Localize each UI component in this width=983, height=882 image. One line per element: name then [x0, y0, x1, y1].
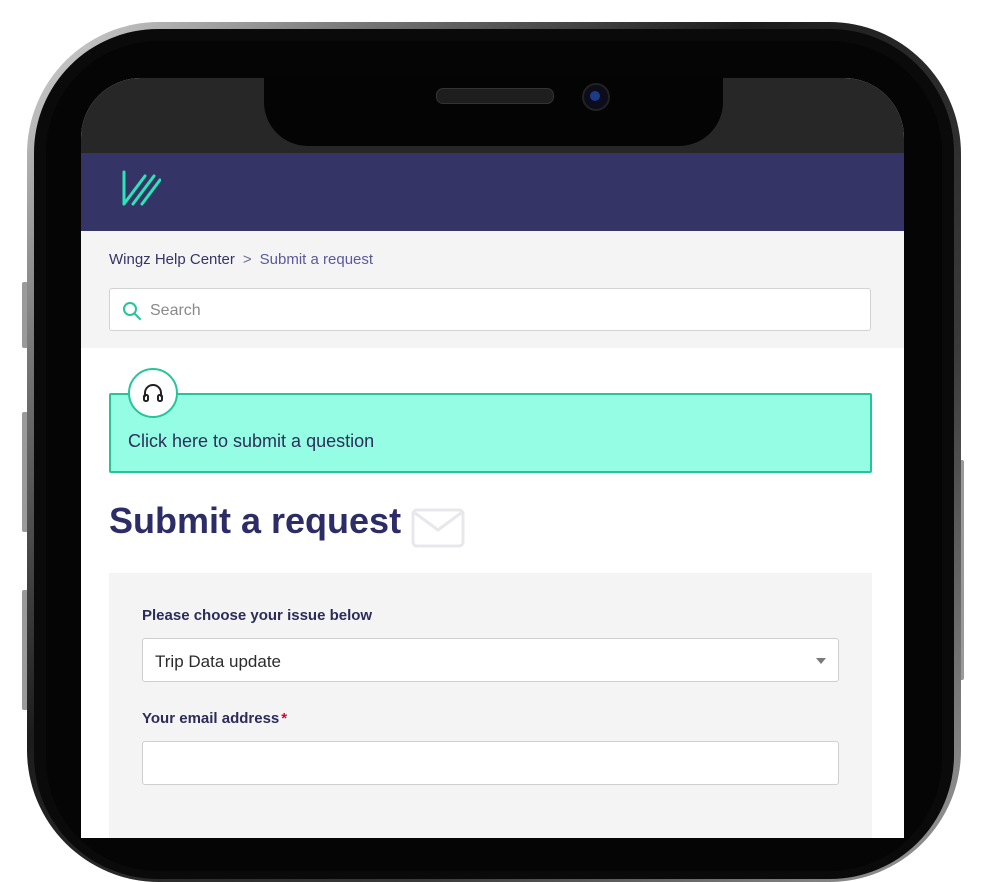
request-form: Please choose your issue below Trip Data… [109, 573, 872, 838]
issue-label: Please choose your issue below [142, 607, 373, 624]
banner-icon-circle [128, 368, 178, 418]
phone-notch [264, 78, 723, 146]
search-icon [123, 302, 141, 320]
status-bar [81, 78, 904, 153]
required-asterisk: * [281, 710, 288, 727]
search-input[interactable] [148, 289, 852, 332]
email-field[interactable] [142, 741, 839, 785]
breadcrumb: Wingz Help Center > Submit a request [109, 251, 373, 268]
breadcrumb-home-link[interactable]: Wingz Help Center [109, 251, 235, 268]
breadcrumb-current[interactable]: Submit a request [260, 251, 373, 268]
issue-select[interactable]: Trip Data update [142, 638, 839, 682]
submit-question-banner[interactable]: Click here to submit a question [109, 393, 872, 473]
chevron-down-icon [816, 658, 826, 664]
wingz-logo-icon[interactable] [121, 170, 161, 210]
front-camera [582, 83, 610, 111]
envelope-icon [411, 508, 465, 548]
search-box[interactable] [109, 288, 871, 332]
email-label: Your email address [142, 710, 280, 727]
banner-text: Click here to submit a question [128, 431, 375, 451]
email-label-row: Your email address * [142, 710, 287, 727]
subheader: Wingz Help Center > Submit a request [81, 231, 904, 348]
site-header [81, 153, 904, 231]
breadcrumb-separator: > [242, 251, 252, 268]
headset-icon [143, 384, 163, 402]
page-title: Submit a request [109, 500, 402, 541]
issue-select-value: Trip Data update [155, 652, 281, 671]
phone-screen: Wingz Help Center > Submit a request Click… [81, 78, 904, 838]
earpiece-speaker [436, 88, 554, 104]
